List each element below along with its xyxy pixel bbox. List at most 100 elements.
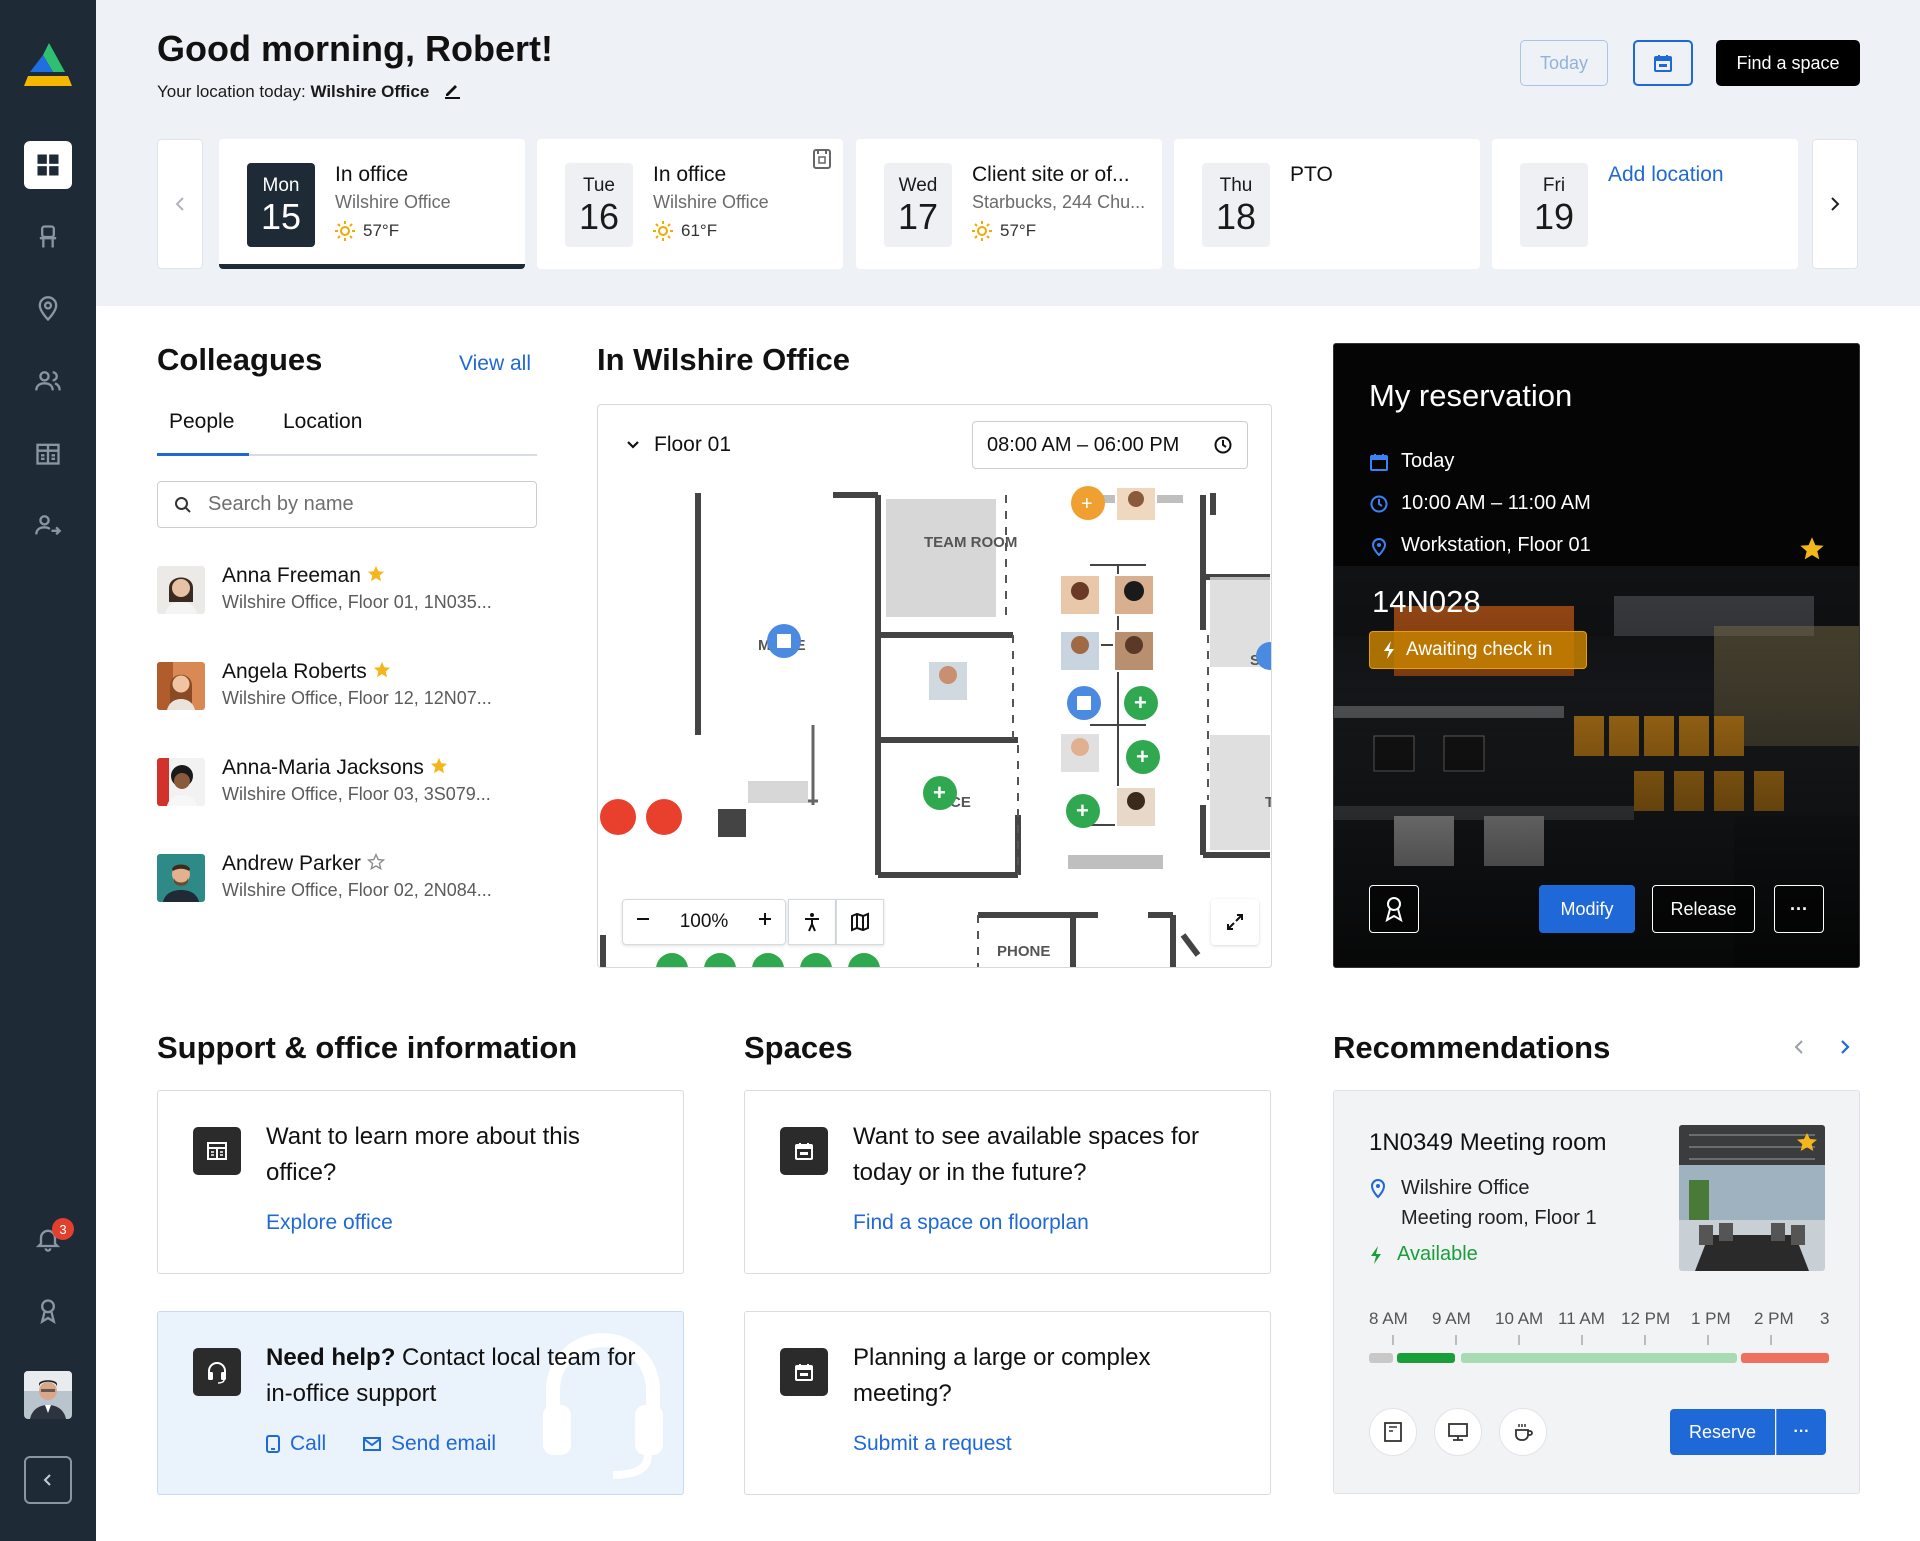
release-button[interactable]: Release (1652, 885, 1755, 933)
floor-selector[interactable]: Floor 01 (626, 433, 731, 457)
colleague-row[interactable]: Anna-Maria Jacksons Wilshire Office, Flo… (157, 754, 537, 814)
avatar (157, 566, 205, 614)
room-detail: Meeting room, Floor 1 (1401, 1207, 1597, 1229)
tab-location[interactable]: Location (271, 410, 374, 456)
colleagues-heading: Colleagues (157, 342, 323, 377)
status-text: Awaiting check in (1406, 639, 1553, 660)
colleague-row[interactable]: Anna Freeman Wilshire Office, Floor 01, … (157, 562, 537, 622)
calendar-button[interactable] (1633, 40, 1693, 86)
planning-question: Planning a large or complex meeting? (853, 1344, 1151, 1407)
svg-text:+: + (1134, 690, 1147, 715)
find-space-floorplan-link[interactable]: Find a space on floorplan (853, 1211, 1089, 1235)
location-pin-icon[interactable] (24, 285, 72, 333)
check-in-icon[interactable] (24, 1287, 72, 1335)
favorite-star-icon[interactable] (430, 757, 448, 775)
sidebar: 3 (0, 0, 96, 1541)
zoom-in-button[interactable] (757, 911, 773, 933)
accessibility-button[interactable] (788, 899, 836, 945)
day-card-wed[interactable]: Wed 17 Client site or of... Starbucks, 2… (856, 139, 1162, 269)
prev-recommendation-button[interactable] (1792, 1037, 1806, 1063)
expand-map-button[interactable] (1211, 899, 1259, 945)
prev-week-button[interactable] (157, 139, 203, 269)
hour-label: 2 PM (1754, 1309, 1794, 1328)
hour-label: 11 AM (1558, 1309, 1605, 1328)
favorite-star-icon[interactable] (373, 661, 391, 679)
visitor-icon[interactable] (24, 501, 72, 549)
day-number: 17 (897, 196, 939, 237)
more-options-button[interactable]: ··· (1774, 885, 1824, 933)
colleague-search (157, 481, 537, 528)
collapse-sidebar-button[interactable] (24, 1456, 72, 1504)
day-location: Wilshire Office (653, 192, 769, 212)
submit-request-link[interactable]: Submit a request (853, 1432, 1012, 1456)
booking-icon[interactable] (813, 149, 831, 174)
reservation-place: Workstation, Floor 01 (1369, 534, 1591, 557)
next-recommendation-button[interactable] (1838, 1037, 1852, 1063)
app-logo[interactable] (24, 40, 74, 90)
support-heading: Support & office information (157, 1030, 578, 1065)
day-of-week: Thu (1219, 175, 1253, 196)
user-avatar[interactable] (24, 1371, 72, 1419)
add-location-link[interactable]: Add location (1608, 163, 1724, 187)
colleague-row[interactable]: Andrew Parker Wilshire Office, Floor 02,… (157, 850, 537, 910)
day-number: 16 (578, 196, 620, 237)
time-range-picker[interactable]: 08:00 AM – 06:00 PM (972, 421, 1248, 469)
recommendation-card[interactable]: 1N0349 Meeting room Wilshire Office Meet… (1333, 1090, 1860, 1494)
explore-office-link[interactable]: Explore office (266, 1211, 393, 1235)
call-link[interactable]: Call (266, 1432, 326, 1456)
dashboard-icon[interactable] (24, 141, 72, 189)
call-label: Call (290, 1432, 327, 1455)
floor-plan[interactable]: TEAM ROOM M USE CE PHONE SR T R + + + (598, 485, 1272, 968)
phone-icon (266, 1435, 280, 1453)
find-space-button[interactable]: Find a space (1716, 40, 1860, 86)
colleague-location: Wilshire Office, Floor 02, 2N084... (222, 880, 492, 900)
map-layers-button[interactable] (836, 899, 884, 945)
day-card-tue[interactable]: Tue 16 In office Wilshire Office 61°F (537, 139, 843, 269)
reserve-button[interactable]: Reserve (1670, 1409, 1775, 1455)
next-week-button[interactable] (1812, 139, 1858, 269)
floor-name: Floor 01 (654, 433, 732, 456)
check-in-button[interactable] (1369, 885, 1419, 933)
favorite-star-icon[interactable] (367, 565, 385, 583)
day-card-fri[interactable]: Fri 19 Add location (1492, 139, 1798, 269)
day-card-thu[interactable]: Thu 18 PTO (1174, 139, 1480, 269)
zoom-level: 100% (679, 911, 729, 932)
reserve-more-options-button[interactable]: ··· (1776, 1409, 1826, 1455)
reservation-time: 10:00 AM – 11:00 AM (1369, 492, 1591, 515)
modify-button[interactable]: Modify (1539, 885, 1635, 933)
favorite-star-icon[interactable] (1799, 536, 1825, 567)
people-icon[interactable] (24, 357, 72, 405)
favorite-star-outline-icon[interactable] (366, 853, 385, 871)
zoom-out-button[interactable] (635, 911, 651, 933)
help-text: Need help? Contact local team for in-off… (266, 1340, 656, 1412)
email-icon (363, 1437, 381, 1451)
colleague-row[interactable]: Angela Roberts Wilshire Office, Floor 12… (157, 658, 537, 718)
hour-label: 8 AM (1369, 1309, 1408, 1328)
building-icon[interactable] (24, 429, 72, 477)
avatar (157, 662, 205, 710)
desk-chair-icon[interactable] (24, 213, 72, 261)
available-spaces-card: Want to see available spaces for today o… (744, 1090, 1271, 1274)
sun-icon (653, 221, 673, 241)
clock-icon (1214, 436, 1232, 454)
accessibility-icon (805, 913, 819, 932)
svg-text:+: + (1136, 744, 1149, 769)
today-button[interactable]: Today (1520, 40, 1608, 86)
day-date-box: Fri 19 (1520, 163, 1588, 247)
send-email-link[interactable]: Send email (363, 1432, 496, 1456)
name-text: Anna-Maria Jacksons (222, 756, 424, 779)
view-all-colleagues-link[interactable]: View all (459, 352, 531, 376)
calendar-icon (780, 1127, 828, 1175)
help-card: Need help? Contact local team for in-off… (157, 1311, 684, 1495)
availability-status: Available (1369, 1243, 1478, 1266)
tab-people[interactable]: People (157, 410, 249, 456)
location-pin-icon (1371, 537, 1387, 556)
availability-timeline[interactable] (1369, 1335, 1829, 1369)
day-card-mon[interactable]: Mon 15 In office Wilshire Office 57°F (219, 139, 525, 269)
search-input[interactable] (208, 493, 508, 516)
calendar-icon (1654, 55, 1672, 72)
day-location: Starbucks, 244 Chu... (972, 192, 1146, 212)
colleague-location: Wilshire Office, Floor 01, 1N035... (222, 592, 492, 612)
svg-text:+: + (1081, 493, 1093, 515)
edit-location-icon[interactable] (442, 80, 462, 105)
